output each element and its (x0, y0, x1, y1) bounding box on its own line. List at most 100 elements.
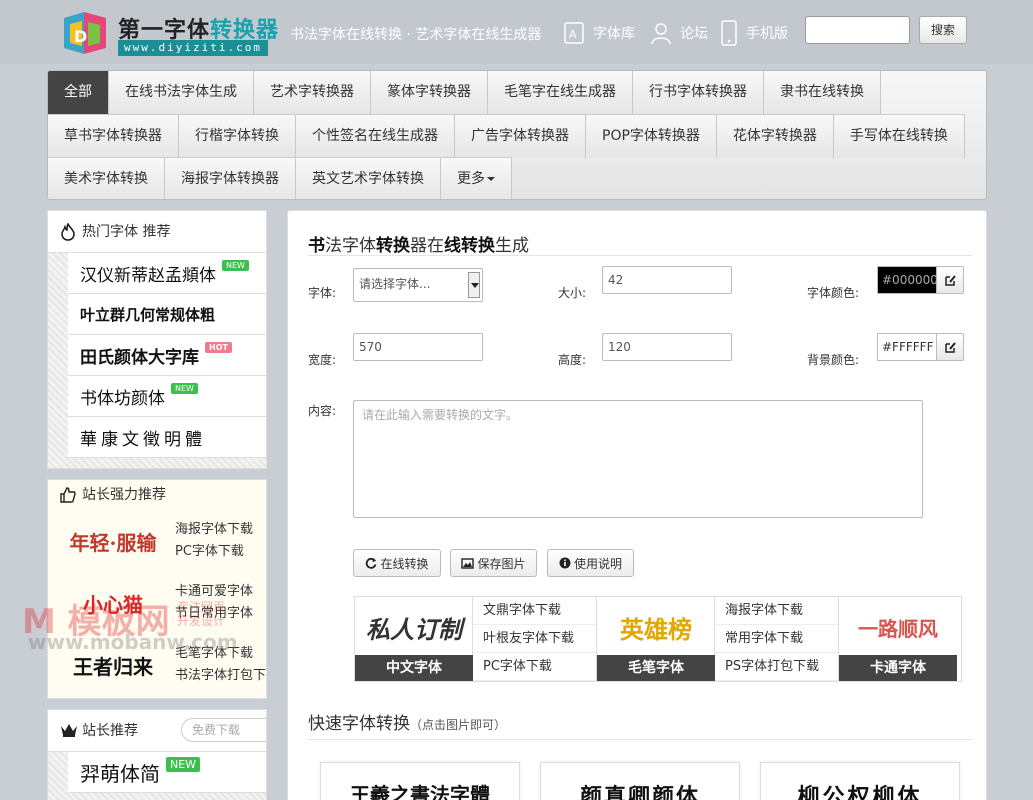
bg-color-edit-button[interactable] (936, 333, 964, 361)
user-icon (651, 23, 671, 45)
quick-card[interactable]: 王羲之書法字體 (320, 762, 520, 800)
recommend-image[interactable]: 小心猫 (63, 575, 163, 631)
nav-item[interactable]: 手写体在线转换 (833, 115, 965, 158)
nav-item[interactable]: 美术字体转换 (48, 158, 165, 199)
width-input[interactable]: 570 (353, 333, 483, 361)
edit-icon (944, 341, 956, 353)
hot-font-item[interactable]: 華康文徵明體 (68, 417, 266, 458)
font-color-input[interactable]: #000000 (877, 266, 937, 294)
nav-item[interactable]: 花体字转换器 (716, 115, 834, 158)
nav-item[interactable]: 行书字体转换器 (633, 71, 764, 114)
site-recommend-panel: 站长推荐 免费下载 羿萌体简 NEW (47, 709, 267, 800)
convert-button[interactable]: 在线转换 (353, 549, 441, 577)
quick-card[interactable]: 柳公权柳体 (760, 762, 960, 800)
nav-item[interactable]: 广告字体转换器 (455, 115, 586, 158)
hot-font-item[interactable]: 叶立群几何常规体粗 (68, 294, 266, 335)
svg-text:D: D (74, 27, 87, 46)
recommend-image[interactable]: 王者归来 (63, 637, 163, 693)
caret-down-icon (487, 177, 495, 181)
svg-text:A: A (569, 28, 577, 41)
nav-item[interactable]: 海报字体转换器 (165, 158, 296, 199)
header-link-mobile[interactable]: 手机版 (720, 18, 788, 48)
font-color-edit-button[interactable] (936, 266, 964, 294)
recommend-row: 王者归来 毛笔字体下载 书法字体打包下 (48, 634, 266, 696)
banner-chinese-fonts[interactable]: 私人订制 中文字体 (355, 597, 473, 681)
nav-item[interactable]: 在线书法字体生成 (109, 71, 254, 114)
banner-link[interactable]: 文鼎字体下载 (473, 597, 596, 625)
header-link-forum[interactable]: 论坛 (650, 18, 708, 48)
font-label: 字体: (308, 286, 337, 300)
hot-fonts-list: 汉仪新蒂赵孟頫体 NEW 叶立群几何常规体粗 田氏颜体大字库 HOT 书体坊颜体 NE… (48, 253, 266, 468)
webmaster-recommend-panel: 站长强力推荐 年轻·服输 海报字体下载 PC字体下载 小心猫 卡通可爱字体 节日… (47, 479, 267, 699)
nav-item[interactable]: POP字体转换器 (586, 115, 717, 158)
nav-item[interactable]: 隶书在线转换 (764, 71, 881, 114)
quick-card[interactable]: 颜真卿颜体 (540, 762, 740, 800)
hot-fonts-panel: 热门字体 推荐 汉仪新蒂赵孟頫体 NEW 叶立群几何常规体粗 田氏颜体大字库 HOT… (47, 210, 267, 469)
nav-item[interactable]: 行楷字体转换 (179, 115, 296, 158)
height-label: 高度: (558, 353, 587, 367)
nav-item[interactable]: 草书字体转换器 (48, 115, 179, 158)
content-textarea[interactable]: 请在此输入需要转换的文字。 (353, 400, 923, 518)
nav-row-3: 美术字体转换 海报字体转换器 英文艺术字体转换 更多 (48, 157, 512, 199)
mobile-phone-icon (721, 20, 737, 46)
recommend-link[interactable]: 节日常用字体 (175, 603, 253, 625)
recommend-link[interactable]: 书法字体打包下 (175, 665, 266, 687)
font-category-banner: 私人订制 中文字体 文鼎字体下载 叶根友字体下载 PC字体下载 英雄榜 毛笔字体… (354, 596, 962, 682)
hot-font-item[interactable]: 书体坊颜体 NEW (68, 376, 266, 417)
font-color-label: 字体颜色: (807, 286, 860, 300)
save-image-button[interactable]: 保存图片 (450, 549, 537, 577)
hot-fonts-header: 热门字体 推荐 (48, 211, 266, 253)
crown-icon (61, 724, 77, 737)
nav-item-all[interactable]: 全部 (48, 71, 109, 114)
banner-link[interactable]: 常用字体下载 (715, 625, 838, 653)
bg-color-input[interactable]: #FFFFFF (877, 333, 937, 361)
hot-font-item[interactable]: 田氏颜体大字库 HOT (68, 335, 266, 376)
recommend-row: 年轻·服输 海报字体下载 PC字体下载 (48, 510, 266, 572)
header-search-input[interactable] (805, 16, 910, 44)
site-recommend-item[interactable]: 羿萌体简 NEW (68, 752, 266, 793)
image-icon (461, 557, 475, 569)
nav-row-2: 草书字体转换器 行楷字体转换 个性签名在线生成器 广告字体转换器 POP字体转换… (48, 114, 965, 158)
nav-item[interactable]: 艺术字转换器 (254, 71, 371, 114)
bg-color-label: 背景颜色: (807, 353, 860, 367)
height-input[interactable]: 120 (602, 333, 732, 361)
nav-item[interactable]: 篆体字转换器 (371, 71, 488, 114)
recommend-link[interactable]: 海报字体下载 (175, 519, 253, 541)
banner-brush-fonts[interactable]: 英雄榜 毛笔字体 (597, 597, 715, 681)
nav-item[interactable]: 个性签名在线生成器 (296, 115, 455, 158)
info-icon (559, 557, 571, 569)
recommend-link[interactable]: 毛笔字体下载 (175, 643, 266, 665)
banner-link[interactable]: 叶根友字体下载 (473, 625, 596, 653)
banner-link[interactable]: PC字体下载 (473, 653, 596, 681)
font-select[interactable]: 请选择字体... (353, 268, 483, 302)
recommend-row: 小心猫 卡通可爱字体 节日常用字体 (48, 572, 266, 634)
hot-badge: HOT (205, 341, 232, 353)
site-logo[interactable]: D 第一字体转换器 www.diyiziti.com (60, 8, 278, 60)
logo-url: www.diyiziti.com (118, 40, 268, 56)
nav-item[interactable]: 英文艺术字体转换 (296, 158, 441, 199)
nav-item-more[interactable]: 更多 (441, 158, 512, 199)
banner-link[interactable]: PS字体打包下载 (715, 653, 838, 681)
converter-title: 书法字体转换器在线转换生成 (308, 236, 529, 256)
site-header: D 第一字体转换器 www.diyiziti.com 书法字体在线转换 · 艺术… (0, 0, 1033, 64)
banner-link[interactable]: 海报字体下载 (715, 597, 838, 625)
recommend-link[interactable]: 卡通可爱字体 (175, 581, 253, 603)
recommend-image[interactable]: 年轻·服输 (63, 513, 163, 569)
quick-convert-title: 快速字体转换（点击图片即可） (308, 714, 507, 734)
help-button[interactable]: 使用说明 (547, 549, 634, 577)
site-recommend-search[interactable]: 免费下载 (181, 718, 266, 742)
site-recommend-header: 站长推荐 免费下载 (48, 710, 266, 752)
category-nav: 全部 在线书法字体生成 艺术字转换器 篆体字转换器 毛笔字在线生成器 行书字体转… (47, 70, 987, 200)
site-slogan: 书法字体在线转换 · 艺术字体在线生成器 (290, 27, 542, 43)
hot-font-item[interactable]: 汉仪新蒂赵孟頫体 NEW (68, 253, 266, 294)
content-label: 内容: (308, 404, 337, 418)
size-input[interactable]: 42 (602, 266, 732, 294)
header-link-font-library[interactable]: A 字体库 (563, 18, 635, 48)
nav-row-1: 全部 在线书法字体生成 艺术字转换器 篆体字转换器 毛笔字在线生成器 行书字体转… (48, 71, 881, 114)
nav-item[interactable]: 毛笔字在线生成器 (488, 71, 633, 114)
banner-cartoon-fonts[interactable]: 一路顺风 卡通字体 (839, 597, 957, 681)
header-search-button[interactable]: 搜索 (919, 16, 967, 44)
converter-panel: 书法字体转换器在线转换生成 字体: 请选择字体... 大小: 42 字体颜色: … (287, 210, 987, 800)
thumbs-up-icon (60, 487, 76, 503)
recommend-link[interactable]: PC字体下载 (175, 541, 253, 563)
